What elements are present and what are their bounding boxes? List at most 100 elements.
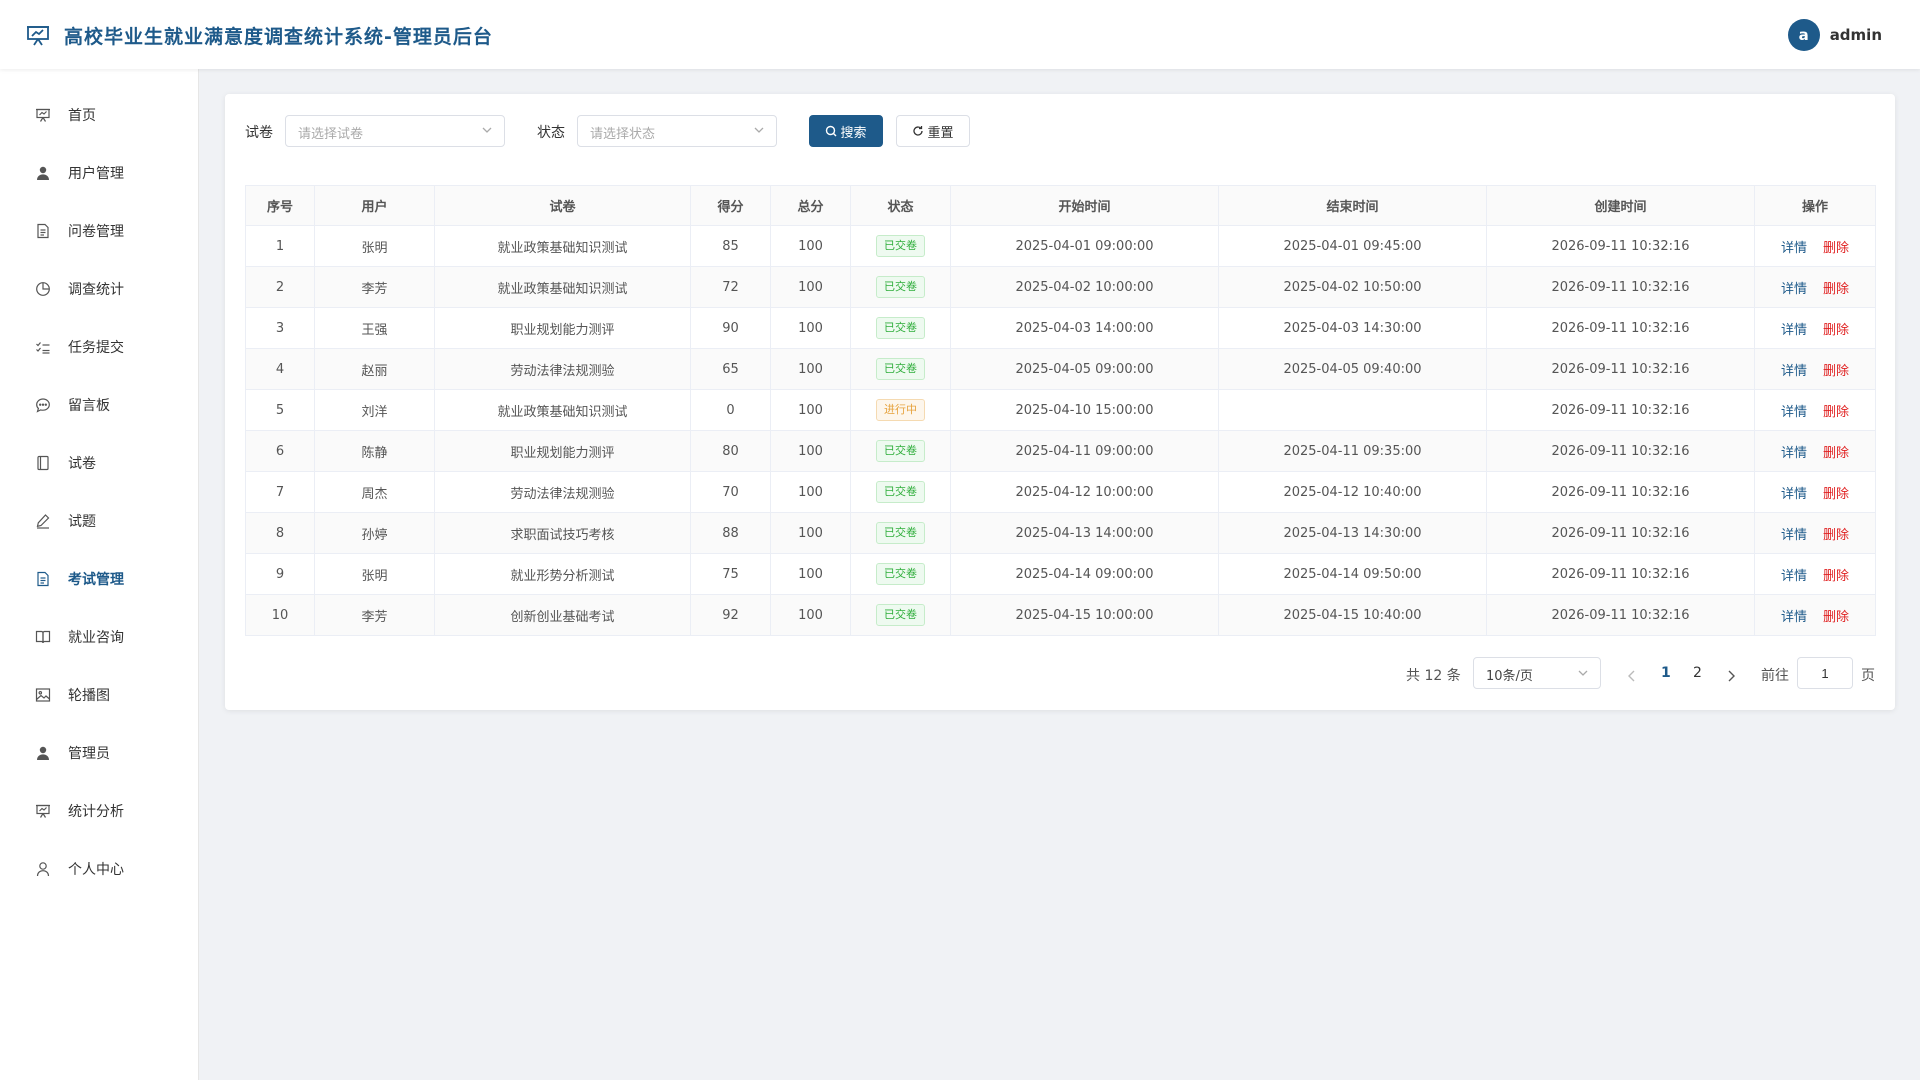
sidebar-item-11[interactable]: 轮播图 xyxy=(0,670,199,720)
cell-no: 1 xyxy=(245,225,315,267)
goto-page-input[interactable] xyxy=(1797,657,1853,689)
detail-link[interactable]: 详情 xyxy=(1781,323,1807,338)
page-number-1[interactable]: 1 xyxy=(1661,665,1671,681)
cell-no: 7 xyxy=(245,471,315,513)
sidebar-item-8[interactable]: 试题 xyxy=(0,496,199,546)
cell-total: 100 xyxy=(770,307,851,349)
detail-link[interactable]: 详情 xyxy=(1781,282,1807,297)
cell-end: 2025-04-14 09:50:00 xyxy=(1218,553,1487,595)
sidebar-item-label: 问卷管理 xyxy=(68,224,124,240)
status-select-placeholder: 请选择状态 xyxy=(590,127,656,142)
page-size-select[interactable]: 10条/页 xyxy=(1473,657,1601,689)
user-menu[interactable]: a admin xyxy=(1787,19,1882,51)
search-icon xyxy=(826,125,837,137)
page-number-2[interactable]: 2 xyxy=(1693,665,1702,681)
sidebar: 首页用户管理问卷管理调查统计任务提交留言板试卷试题考试管理就业咨询轮播图管理员统… xyxy=(0,69,199,1080)
delete-link[interactable]: 删除 xyxy=(1823,405,1849,420)
chevron-down-icon xyxy=(482,127,492,133)
sidebar-item-4[interactable]: 调查统计 xyxy=(0,264,199,314)
exam-management-panel: 试卷 请选择试卷 状态 请选择状态 搜索 重置 序号 用户 试卷 得分 总分 状态 开始时间… xyxy=(225,94,1895,710)
detail-link[interactable]: 详情 xyxy=(1781,364,1807,379)
chevron-left-icon[interactable] xyxy=(1624,668,1640,684)
cell-no: 4 xyxy=(245,348,315,390)
delete-link[interactable]: 删除 xyxy=(1823,282,1849,297)
sidebar-item-label: 轮播图 xyxy=(68,688,110,704)
detail-link[interactable]: 详情 xyxy=(1781,446,1807,461)
refresh-icon xyxy=(913,126,924,136)
detail-link[interactable]: 详情 xyxy=(1781,241,1807,256)
cell-end: 2025-04-15 10:40:00 xyxy=(1218,594,1487,636)
cell-total: 100 xyxy=(770,266,851,308)
cell-paper: 就业政策基础知识测试 xyxy=(434,266,691,308)
cell-end: 2025-04-03 14:30:00 xyxy=(1218,307,1487,349)
detail-link[interactable]: 详情 xyxy=(1781,610,1807,625)
sidebar-item-2[interactable]: 用户管理 xyxy=(0,148,199,198)
sidebar-item-1[interactable]: 首页 xyxy=(0,90,199,140)
cell-actions: 详情 删除 xyxy=(1754,553,1876,595)
cell-actions: 详情 删除 xyxy=(1754,225,1876,267)
sidebar-item-5[interactable]: 任务提交 xyxy=(0,322,199,372)
cell-actions: 详情 删除 xyxy=(1754,307,1876,349)
document-icon xyxy=(34,222,52,240)
sidebar-item-10[interactable]: 就业咨询 xyxy=(0,612,199,662)
column-header: 结束时间 xyxy=(1218,185,1487,226)
status-badge: 已交卷 xyxy=(876,481,925,503)
presentation-icon xyxy=(34,106,52,124)
sidebar-item-label: 用户管理 xyxy=(68,166,124,182)
column-header: 创建时间 xyxy=(1486,185,1755,226)
sidebar-item-3[interactable]: 问卷管理 xyxy=(0,206,199,256)
sidebar-item-label: 就业咨询 xyxy=(68,630,124,646)
search-button[interactable]: 搜索 xyxy=(809,115,883,147)
cell-user: 陈静 xyxy=(314,430,435,472)
delete-link[interactable]: 删除 xyxy=(1823,610,1849,625)
chevron-right-icon[interactable] xyxy=(1723,668,1739,684)
cell-no: 5 xyxy=(245,389,315,431)
cell-actions: 详情 删除 xyxy=(1754,430,1876,472)
picture-icon xyxy=(34,686,52,704)
reset-button[interactable]: 重置 xyxy=(896,115,970,147)
delete-link[interactable]: 删除 xyxy=(1823,446,1849,461)
detail-link[interactable]: 详情 xyxy=(1781,569,1807,584)
cell-start: 2025-04-02 10:00:00 xyxy=(950,266,1219,308)
delete-link[interactable]: 删除 xyxy=(1823,487,1849,502)
table-row: 5 刘洋 就业政策基础知识测试 0 100 进行中 2025-04-10 15:00:00 2… xyxy=(245,389,1876,431)
sidebar-item-13[interactable]: 统计分析 xyxy=(0,786,199,836)
delete-link[interactable]: 删除 xyxy=(1823,364,1849,379)
detail-link[interactable]: 详情 xyxy=(1781,487,1807,502)
cell-start: 2025-04-10 15:00:00 xyxy=(950,389,1219,431)
cell-user: 孙婷 xyxy=(314,512,435,554)
avatar[interactable]: a xyxy=(1787,19,1820,51)
cell-created: 2026-09-11 10:32:16 xyxy=(1486,307,1755,349)
sidebar-item-9[interactable]: 考试管理 xyxy=(0,554,199,604)
delete-link[interactable]: 删除 xyxy=(1823,569,1849,584)
username[interactable]: admin xyxy=(1830,26,1882,44)
cell-user: 王强 xyxy=(314,307,435,349)
chevron-down-icon xyxy=(754,127,764,133)
detail-link[interactable]: 详情 xyxy=(1781,405,1807,420)
cell-created: 2026-09-11 10:32:16 xyxy=(1486,348,1755,390)
table-row: 3 王强 职业规划能力测评 90 100 已交卷 2025-04-03 14:00:00 20… xyxy=(245,307,1876,349)
status-select[interactable]: 请选择状态 xyxy=(577,115,777,147)
cell-score: 88 xyxy=(690,512,771,554)
sidebar-item-12[interactable]: 管理员 xyxy=(0,728,199,778)
cell-total: 100 xyxy=(770,553,851,595)
cell-total: 100 xyxy=(770,512,851,554)
paper-select[interactable]: 请选择试卷 xyxy=(285,115,505,147)
column-header: 得分 xyxy=(690,185,771,226)
delete-link[interactable]: 删除 xyxy=(1823,323,1849,338)
cell-created: 2026-09-11 10:32:16 xyxy=(1486,266,1755,308)
cell-no: 8 xyxy=(245,512,315,554)
paper-filter-label: 试卷 xyxy=(245,125,273,141)
cell-no: 6 xyxy=(245,430,315,472)
delete-link[interactable]: 删除 xyxy=(1823,528,1849,543)
sidebar-item-7[interactable]: 试卷 xyxy=(0,438,199,488)
sidebar-item-14[interactable]: 个人中心 xyxy=(0,844,199,894)
cell-start: 2025-04-03 14:00:00 xyxy=(950,307,1219,349)
detail-link[interactable]: 详情 xyxy=(1781,528,1807,543)
sidebar-item-6[interactable]: 留言板 xyxy=(0,380,199,430)
status-badge: 已交卷 xyxy=(876,604,925,626)
cell-created: 2026-09-11 10:32:16 xyxy=(1486,430,1755,472)
cell-created: 2026-09-11 10:32:16 xyxy=(1486,594,1755,636)
delete-link[interactable]: 删除 xyxy=(1823,241,1849,256)
sidebar-item-label: 首页 xyxy=(68,108,96,124)
